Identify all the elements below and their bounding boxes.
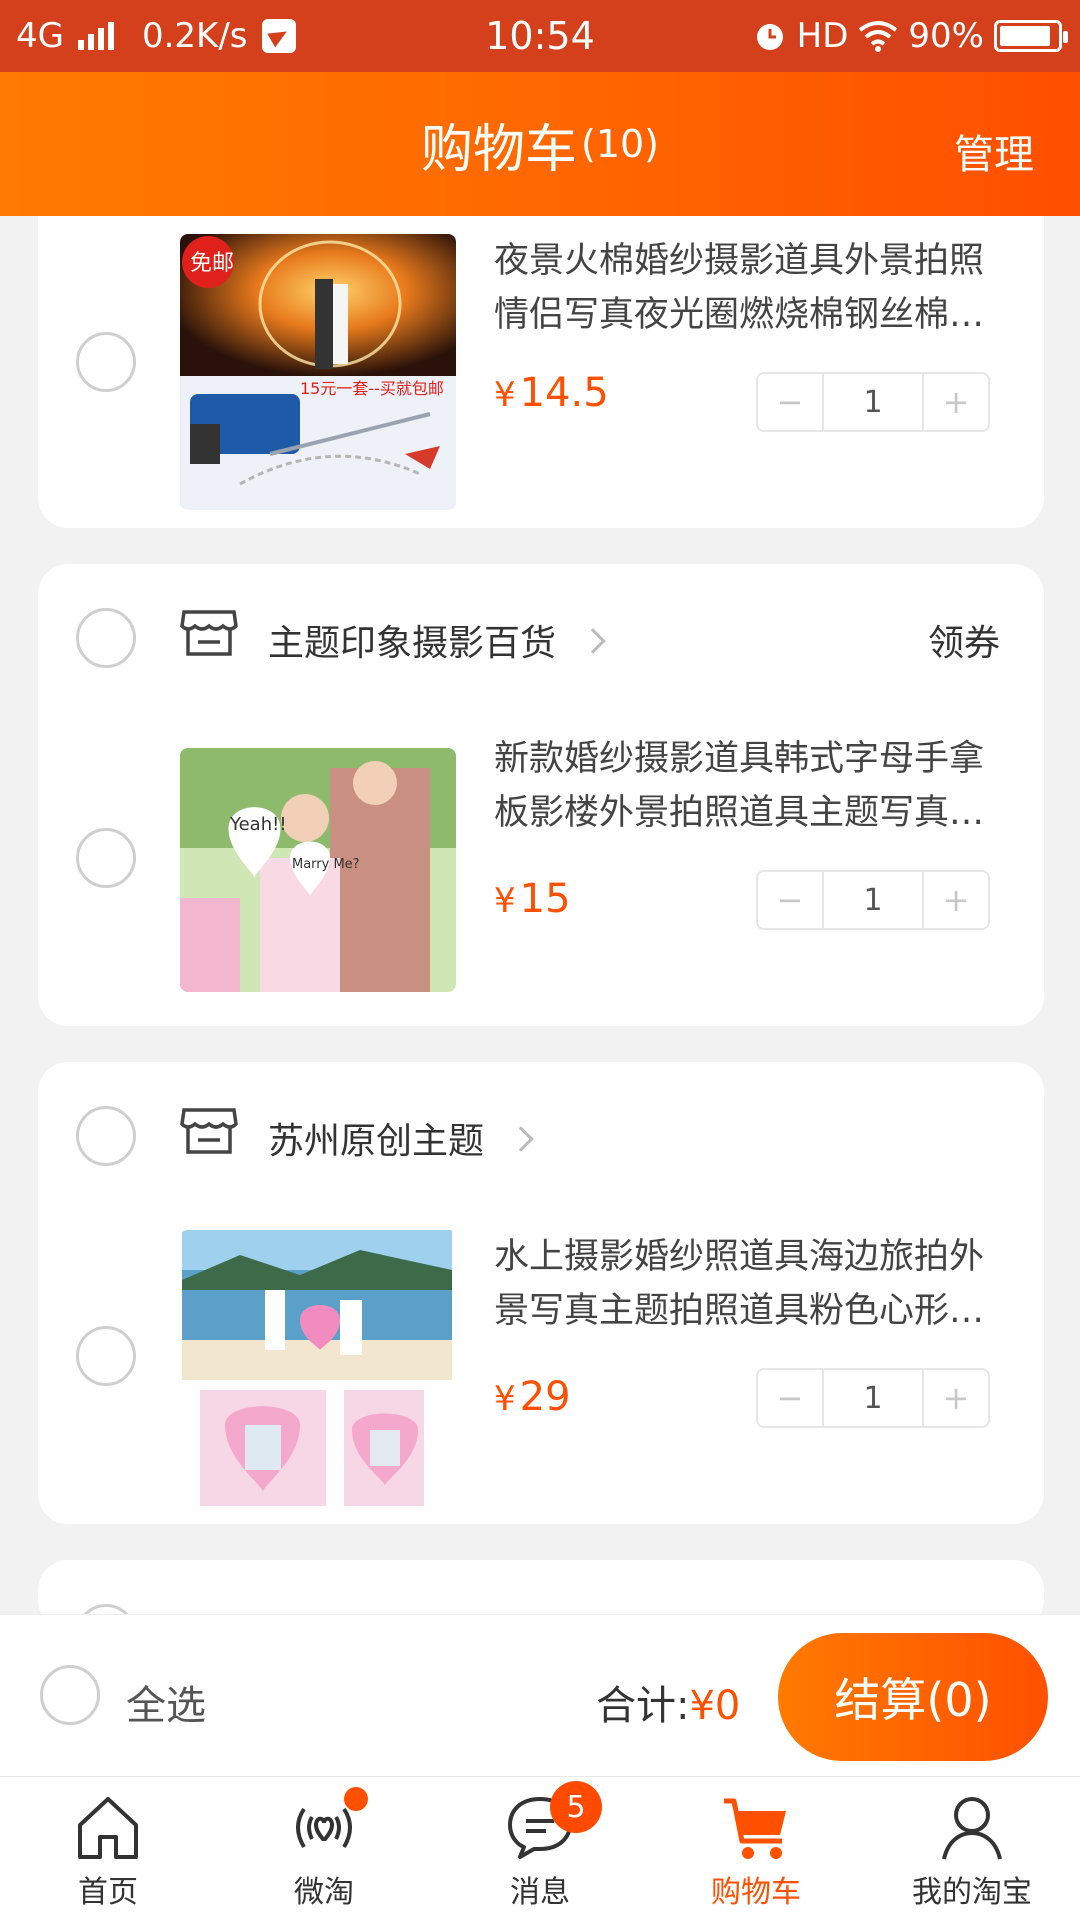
manage-button[interactable]: 管理	[954, 122, 1034, 180]
decrease-button[interactable]: −	[758, 374, 822, 430]
product-price: ¥14.5	[494, 370, 609, 416]
increase-button[interactable]: +	[924, 872, 988, 928]
battery-icon	[994, 20, 1068, 52]
chevron-right-icon	[580, 628, 606, 654]
product-price: ¥15	[494, 876, 571, 922]
tab-profile[interactable]: 我的淘宝	[864, 1777, 1080, 1920]
wifi-icon	[859, 21, 898, 52]
home-icon	[78, 1797, 138, 1859]
bottom-tab-bar: 首页 微淘 5 消息 购物车 我的淘宝	[0, 1776, 1080, 1920]
tab-label: 微淘	[294, 1875, 354, 1910]
svg-text:Yeah!!: Yeah!!	[229, 814, 287, 835]
hd-label: HD	[796, 16, 849, 56]
total-amount: ¥0	[689, 1683, 741, 1729]
select-all-label[interactable]: 全选	[126, 1673, 206, 1731]
quantity-stepper: − 1 +	[756, 1368, 990, 1428]
shop-card: 苏州原创主题 水上摄影婚纱照道具海边旅拍外景写真主题拍照道具粉色心形… ¥29 …	[38, 1062, 1044, 1524]
shop-checkbox[interactable]	[76, 1106, 136, 1166]
item-checkbox[interactable]	[76, 828, 136, 888]
cart-item-card: 15元一套--买就包邮 免邮 夜景火棉婚纱摄影道具外景拍照情侣写真夜光圈燃烧棉钢…	[38, 216, 1044, 528]
shop-name[interactable]: 主题印象摄影百货	[268, 614, 606, 666]
battery-percent: 90%	[908, 16, 984, 56]
product-image[interactable]	[180, 1230, 456, 1510]
product-title[interactable]: 水上摄影婚纱照道具海边旅拍外景写真主题拍照道具粉色心形…	[494, 1230, 1004, 1338]
page-header: 购物车 (10) 管理	[0, 72, 1080, 216]
chevron-right-icon	[508, 1126, 534, 1152]
coupon-button[interactable]: 领券	[928, 614, 1000, 666]
product-image[interactable]: Yeah!! Marry Me?	[180, 748, 456, 992]
cart-count: (10)	[581, 122, 660, 166]
tab-label: 我的淘宝	[912, 1875, 1032, 1910]
svg-text:15元一套--买就包邮: 15元一套--买就包邮	[300, 379, 444, 398]
tab-weitao[interactable]: 微淘	[216, 1777, 432, 1920]
alarm-icon	[756, 24, 783, 50]
item-checkbox[interactable]	[76, 1326, 136, 1386]
svg-text:免邮: 免邮	[190, 251, 234, 276]
product-image[interactable]: 15元一套--买就包邮 免邮	[180, 234, 456, 510]
shop-card: 主题印象摄影百货 领券 Yeah!! Marry Me? 新款婚纱摄影道具韩式字…	[38, 564, 1044, 1026]
decrease-button[interactable]: −	[758, 872, 822, 928]
item-checkbox[interactable]	[76, 332, 136, 392]
shop-name[interactable]: 苏州原创主题	[268, 1112, 534, 1164]
store-icon	[180, 1108, 238, 1154]
user-icon	[942, 1797, 1002, 1860]
total-price: 合计:¥0	[596, 1683, 741, 1729]
quantity-stepper: − 1 +	[756, 372, 990, 432]
product-price: ¥29	[494, 1374, 571, 1420]
decrease-button[interactable]: −	[758, 1370, 822, 1426]
product-title[interactable]: 夜景火棉婚纱摄影道具外景拍照情侣写真夜光圈燃烧棉钢丝棉…	[494, 234, 1004, 342]
checkout-button[interactable]: 结算(0)	[778, 1633, 1048, 1761]
notification-dot	[344, 1787, 368, 1811]
select-all-checkbox[interactable]	[40, 1665, 100, 1725]
tab-label: 消息	[510, 1875, 570, 1910]
increase-button[interactable]: +	[924, 1370, 988, 1426]
tab-messages[interactable]: 5 消息	[432, 1777, 648, 1920]
top-bar: 4G 0.2K/s 10:54 HD 90% 购物车 (10) 管理	[0, 0, 1080, 216]
quantity-value[interactable]: 1	[822, 1370, 924, 1426]
tab-label: 购物车	[711, 1875, 801, 1910]
tab-cart[interactable]: 购物车	[648, 1777, 864, 1920]
quantity-value[interactable]: 1	[822, 374, 924, 430]
shop-checkbox[interactable]	[76, 608, 136, 668]
increase-button[interactable]: +	[924, 374, 988, 430]
message-badge: 5	[550, 1781, 602, 1833]
quantity-stepper: − 1 +	[756, 870, 990, 930]
status-bar: 4G 0.2K/s 10:54 HD 90%	[0, 0, 1080, 72]
quantity-value[interactable]: 1	[822, 872, 924, 928]
shop-header: 苏州原创主题	[38, 1062, 1044, 1212]
checkout-bar: 全选 合计:¥0 结算(0)	[0, 1614, 1080, 1776]
shop-header: 主题印象摄影百货 领券	[38, 564, 1044, 714]
svg-text:Marry Me?: Marry Me?	[292, 857, 360, 872]
cart-icon	[724, 1798, 786, 1859]
store-icon	[180, 610, 238, 656]
product-title[interactable]: 新款婚纱摄影道具韩式字母手拿板影楼外景拍照道具主题写真…	[494, 732, 1004, 840]
tab-home[interactable]: 首页	[0, 1777, 216, 1920]
tab-label: 首页	[78, 1875, 138, 1910]
page-title: 购物车	[420, 119, 577, 180]
